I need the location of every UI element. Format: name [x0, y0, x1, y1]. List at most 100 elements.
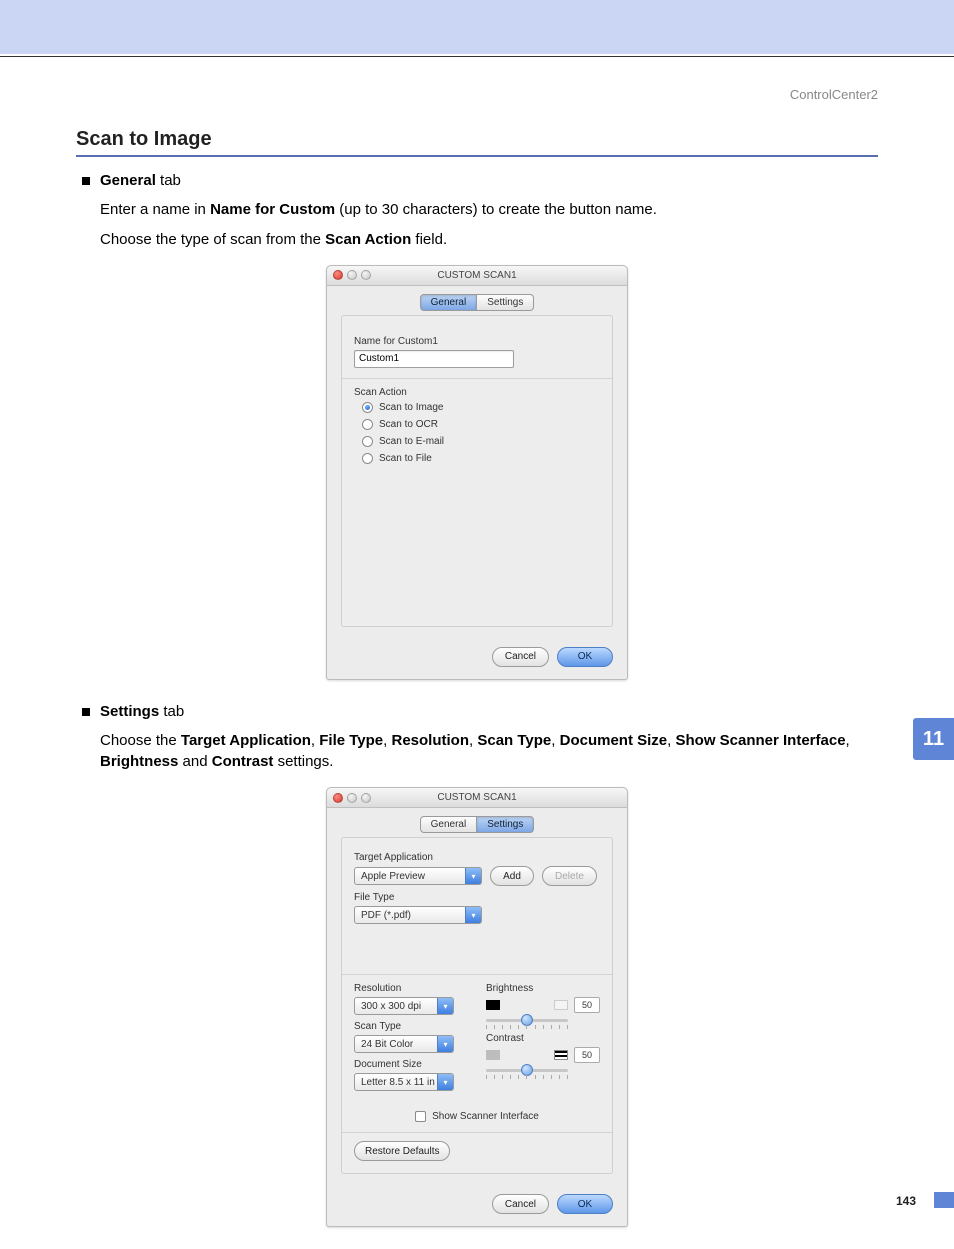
target-app-select[interactable]: Apple Preview ▾	[354, 867, 482, 885]
txt: Scan Action	[325, 231, 411, 248]
radio-scan-to-file[interactable]: Scan to File	[362, 453, 600, 464]
tab-general[interactable]: General	[420, 816, 478, 833]
running-header: ControlCenter2	[76, 77, 878, 128]
radio-dot-icon	[362, 419, 373, 430]
contrast-label: Contrast	[486, 1033, 600, 1044]
txt: settings.	[273, 753, 333, 770]
page-number: 143	[896, 1194, 916, 1208]
radio-dot-icon	[362, 402, 373, 413]
bullet-settings-suffix: tab	[159, 703, 184, 720]
cancel-button[interactable]: Cancel	[492, 1194, 549, 1214]
brightness-label: Brightness	[486, 983, 600, 994]
radio-dot-icon	[362, 436, 373, 447]
radio-dot-icon	[362, 453, 373, 464]
txt: Scan Type	[477, 732, 551, 749]
tab-settings[interactable]: Settings	[477, 294, 534, 311]
txt: Choose the type of scan from the	[100, 231, 325, 248]
radio-scan-to-image[interactable]: Scan to Image	[362, 402, 600, 413]
document-size-select[interactable]: Letter 8.5 x 11 in ▾	[354, 1073, 454, 1091]
brightness-slider[interactable]	[486, 1013, 568, 1027]
chevron-updown-icon: ▾	[465, 868, 481, 884]
scan-action-radios: Scan to Image Scan to OCR Scan to E-mail	[362, 402, 600, 464]
txt: (up to 30 characters) to create the butt…	[335, 201, 657, 218]
page-top-banner	[0, 0, 954, 56]
txt: Target Application	[181, 732, 311, 749]
file-type-label: File Type	[354, 892, 600, 903]
separator	[342, 378, 612, 379]
txt: Choose the	[100, 732, 181, 749]
tab-settings[interactable]: Settings	[477, 816, 534, 833]
custom-scan-dialog-settings: CUSTOM SCAN1 General Settings Target App…	[326, 787, 628, 1227]
contrast-value: 50	[574, 1047, 600, 1063]
brightness-value: 50	[574, 997, 600, 1013]
scan-type-select[interactable]: 24 Bit Color ▾	[354, 1035, 454, 1053]
page-number-accent	[934, 1192, 954, 1208]
dialog-title: CUSTOM SCAN1	[327, 792, 627, 803]
bullet-general-tab: General tab	[82, 171, 878, 189]
section-title: Scan to Image	[76, 128, 878, 157]
ok-button[interactable]: OK	[557, 647, 613, 667]
txt: ,	[311, 732, 319, 749]
tab-general[interactable]: General	[420, 294, 478, 311]
combo-value: Apple Preview	[361, 871, 465, 882]
ok-button[interactable]: OK	[557, 1194, 613, 1214]
bullet-icon	[82, 177, 90, 185]
tab-bar: General Settings	[341, 816, 613, 833]
chevron-updown-icon: ▾	[437, 998, 453, 1014]
checkbox-icon	[415, 1111, 426, 1122]
name-for-custom-label: Name for Custom1	[354, 336, 600, 347]
contrast-slider[interactable]	[486, 1063, 568, 1077]
chevron-updown-icon: ▾	[465, 907, 481, 923]
bullet-icon	[82, 708, 90, 716]
general-desc-2: Choose the type of scan from the Scan Ac…	[100, 229, 878, 251]
show-scanner-interface-checkbox[interactable]: Show Scanner Interface	[354, 1111, 600, 1122]
txt: Name for Custom	[210, 201, 335, 218]
scan-type-label: Scan Type	[354, 1021, 468, 1032]
radio-scan-to-email[interactable]: Scan to E-mail	[362, 436, 600, 447]
file-type-select[interactable]: PDF (*.pdf) ▾	[354, 906, 482, 924]
combo-value: 300 x 300 dpi	[361, 1001, 437, 1012]
add-button[interactable]: Add	[490, 866, 534, 886]
resolution-select[interactable]: 300 x 300 dpi ▾	[354, 997, 454, 1015]
separator	[342, 1132, 612, 1133]
combo-value: Letter 8.5 x 11 in	[361, 1077, 437, 1088]
dialog-title: CUSTOM SCAN1	[327, 270, 627, 281]
txt: and	[178, 753, 211, 770]
brightness-max-icon	[554, 1000, 568, 1010]
txt: Show Scanner Interface	[675, 732, 845, 749]
dialog-titlebar: CUSTOM SCAN1	[327, 266, 627, 286]
bullet-settings-label: Settings	[100, 703, 159, 720]
txt: ,	[551, 732, 559, 749]
txt: Contrast	[212, 753, 274, 770]
custom-scan-dialog-general: CUSTOM SCAN1 General Settings Name for C…	[326, 265, 628, 680]
dialog-titlebar: CUSTOM SCAN1	[327, 788, 627, 808]
document-size-label: Document Size	[354, 1059, 468, 1070]
txt: Document Size	[560, 732, 668, 749]
general-desc-1: Enter a name in Name for Custom (up to 3…	[100, 199, 878, 221]
chevron-updown-icon: ▾	[437, 1036, 453, 1052]
settings-groupbox: Target Application Apple Preview ▾ Add D…	[341, 837, 613, 1174]
txt: Brightness	[100, 753, 178, 770]
radio-scan-to-ocr[interactable]: Scan to OCR	[362, 419, 600, 430]
radio-label: Scan to E-mail	[379, 436, 444, 447]
bullet-general-suffix: tab	[156, 172, 181, 189]
cancel-button[interactable]: Cancel	[492, 647, 549, 667]
contrast-max-icon	[554, 1050, 568, 1060]
bullet-general-label: General	[100, 172, 156, 189]
tab-bar: General Settings	[341, 294, 613, 311]
delete-button[interactable]: Delete	[542, 866, 597, 886]
txt: ,	[383, 732, 391, 749]
separator	[342, 974, 612, 975]
txt: ,	[846, 732, 850, 749]
settings-desc: Choose the Target Application, File Type…	[100, 730, 878, 774]
name-for-custom-input[interactable]	[354, 350, 514, 368]
radio-label: Scan to OCR	[379, 419, 438, 430]
radio-label: Scan to File	[379, 453, 432, 464]
brightness-min-icon	[486, 1000, 500, 1010]
combo-value: 24 Bit Color	[361, 1039, 437, 1050]
checkbox-label: Show Scanner Interface	[432, 1111, 539, 1122]
bullet-settings-tab: Settings tab	[82, 702, 878, 720]
txt: Resolution	[392, 732, 470, 749]
restore-defaults-button[interactable]: Restore Defaults	[354, 1141, 450, 1161]
general-groupbox: Name for Custom1 Scan Action Scan to Ima…	[341, 315, 613, 627]
